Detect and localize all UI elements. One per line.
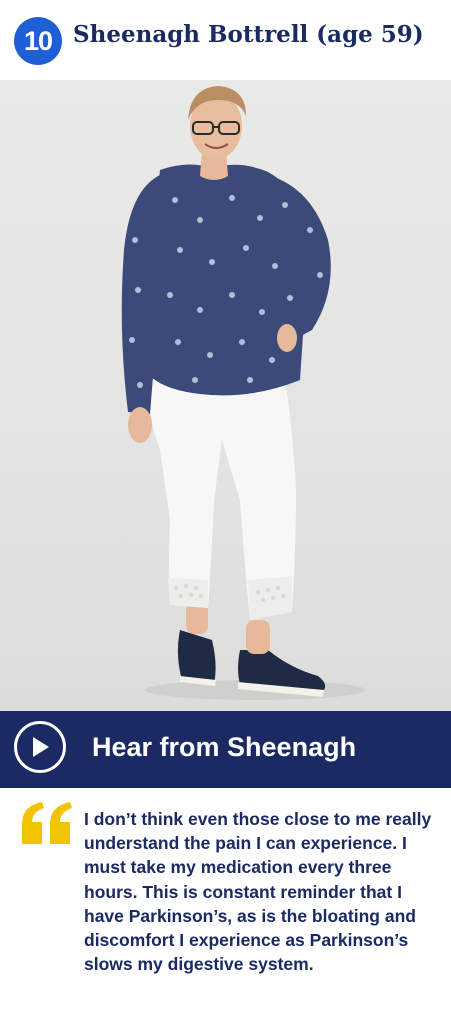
page-title: Sheenagh Bottrell (age 59) (73, 21, 424, 48)
number-badge: 10 (14, 17, 62, 65)
quote-section: I don’t think even those close to me rea… (0, 788, 451, 1024)
portrait-illustration (121, 86, 365, 700)
quote-icon (22, 802, 72, 849)
page-header: 10 Sheenagh Bottrell (age 59) (0, 0, 451, 80)
hear-from-label: Hear from Sheenagh (92, 732, 357, 762)
quote-text: I don’t think even those close to me rea… (84, 809, 432, 975)
play-icon[interactable] (14, 721, 66, 773)
portrait-photo (0, 80, 451, 711)
hear-from-button[interactable]: Hear from Sheenagh (0, 711, 451, 788)
